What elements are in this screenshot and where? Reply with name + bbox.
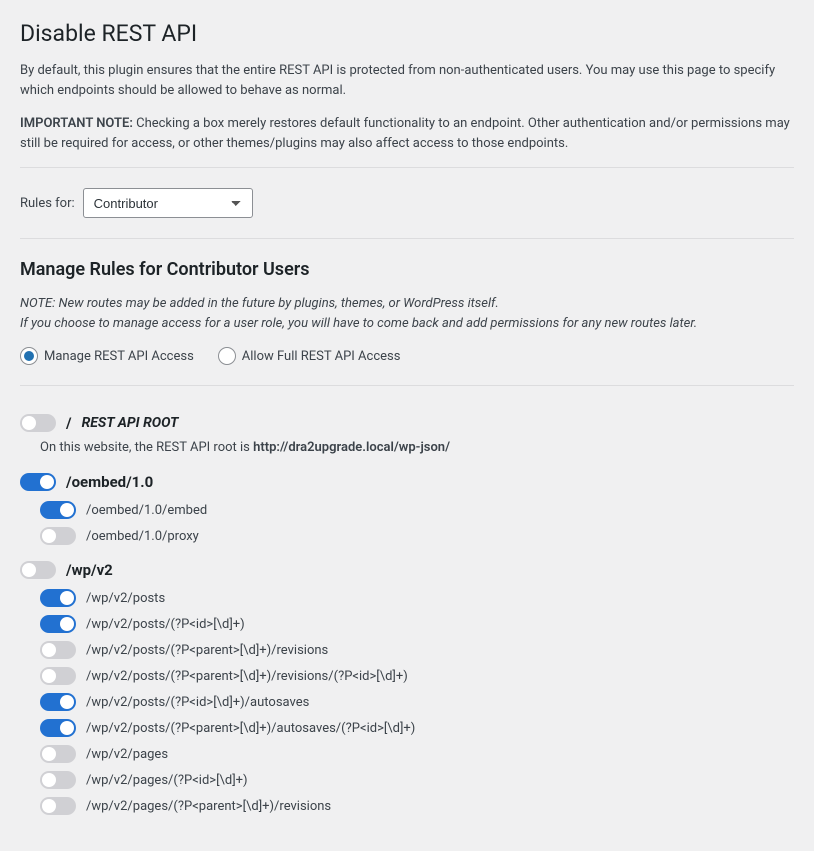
role-select[interactable]: Contributor	[83, 188, 253, 218]
namespace-toggle[interactable]	[20, 473, 56, 491]
root-info: On this website, the REST API root is ht…	[40, 440, 794, 455]
route-label: /wp/v2/posts/(?P<id>[\d]+)	[86, 617, 245, 632]
route-row: /wp/v2/pages	[40, 745, 794, 763]
root-toggle[interactable]	[20, 414, 56, 432]
route-toggle[interactable]	[40, 527, 76, 545]
route-label: /oembed/1.0/embed	[86, 503, 207, 518]
root-slash: /	[66, 414, 72, 432]
route-toggle[interactable]	[40, 641, 76, 659]
rules-for-row: Rules for: Contributor	[20, 188, 794, 218]
route-toggle[interactable]	[40, 615, 76, 633]
route-row: /wp/v2/posts/(?P<id>[\d]+)/autosaves	[40, 693, 794, 711]
root-row: / REST API ROOT	[20, 414, 794, 432]
radio-button-icon	[20, 347, 38, 365]
radio-full-access[interactable]: Allow Full REST API Access	[218, 347, 401, 365]
route-toggle[interactable]	[40, 719, 76, 737]
radio-manage-label: Manage REST API Access	[44, 349, 194, 364]
intro-paragraph: By default, this plugin ensures that the…	[20, 61, 794, 100]
access-mode-radios: Manage REST API Access Allow Full REST A…	[20, 347, 794, 365]
important-note-text: Checking a box merely restores default f…	[20, 116, 790, 151]
root-info-prefix: On this website, the REST API root is	[40, 440, 253, 455]
route-label: /wp/v2/pages	[86, 747, 168, 762]
route-toggle[interactable]	[40, 745, 76, 763]
route-toggle[interactable]	[40, 589, 76, 607]
namespace-label: /wp/v2	[66, 561, 113, 579]
route-label: /wp/v2/posts/(?P<parent>[\d]+)/revisions	[86, 643, 328, 658]
route-toggle[interactable]	[40, 797, 76, 815]
routes-note-line1: NOTE: New routes may be added in the fut…	[20, 296, 499, 311]
route-label: /wp/v2/posts/(?P<parent>[\d]+)/revisions…	[86, 669, 408, 684]
route-toggle[interactable]	[40, 667, 76, 685]
route-label: /wp/v2/posts/(?P<parent>[\d]+)/autosaves…	[86, 721, 415, 736]
route-label: /wp/v2/posts	[86, 591, 165, 606]
route-label: /oembed/1.0/proxy	[86, 529, 199, 544]
manage-heading: Manage Rules for Contributor Users	[20, 259, 794, 280]
namespace-block: /oembed/1.0/oembed/1.0/embed/oembed/1.0/…	[20, 473, 794, 545]
route-row: /wp/v2/pages/(?P<id>[\d]+)	[40, 771, 794, 789]
route-row: /wp/v2/posts/(?P<id>[\d]+)	[40, 615, 794, 633]
radio-button-icon	[218, 347, 236, 365]
root-label: REST API ROOT	[82, 415, 179, 431]
namespace-toggle[interactable]	[20, 561, 56, 579]
route-label: /wp/v2/posts/(?P<id>[\d]+)/autosaves	[86, 695, 309, 710]
route-label: /wp/v2/pages/(?P<id>[\d]+)	[86, 773, 248, 788]
page-title: Disable REST API	[20, 20, 794, 47]
route-row: /wp/v2/posts/(?P<parent>[\d]+)/revisions	[40, 641, 794, 659]
root-info-url: http://dra2upgrade.local/wp-json/	[253, 440, 450, 455]
namespace-row: /oembed/1.0	[20, 473, 794, 491]
routes-note: NOTE: New routes may be added in the fut…	[20, 294, 794, 333]
route-row: /wp/v2/posts/(?P<parent>[\d]+)/autosaves…	[40, 719, 794, 737]
radio-manage-access[interactable]: Manage REST API Access	[20, 347, 194, 365]
namespace-label: /oembed/1.0	[66, 473, 153, 491]
radio-full-label: Allow Full REST API Access	[242, 349, 401, 364]
namespace-row: /wp/v2	[20, 561, 794, 579]
namespace-block: /wp/v2/wp/v2/posts/wp/v2/posts/(?P<id>[\…	[20, 561, 794, 815]
route-toggle[interactable]	[40, 771, 76, 789]
divider	[20, 385, 794, 386]
route-label: /wp/v2/pages/(?P<parent>[\d]+)/revisions	[86, 799, 331, 814]
route-toggle[interactable]	[40, 501, 76, 519]
route-row: /wp/v2/posts/(?P<parent>[\d]+)/revisions…	[40, 667, 794, 685]
route-row: /oembed/1.0/proxy	[40, 527, 794, 545]
routes-note-line2: If you choose to manage access for a use…	[20, 316, 697, 331]
route-row: /wp/v2/pages/(?P<parent>[\d]+)/revisions	[40, 797, 794, 815]
route-list: / REST API ROOT On this website, the RES…	[20, 414, 794, 815]
route-row: /oembed/1.0/embed	[40, 501, 794, 519]
divider	[20, 238, 794, 239]
important-note-label: IMPORTANT NOTE:	[20, 116, 133, 131]
rules-for-label: Rules for:	[20, 196, 75, 211]
divider	[20, 167, 794, 168]
important-note: IMPORTANT NOTE: Checking a box merely re…	[20, 114, 794, 153]
route-row: /wp/v2/posts	[40, 589, 794, 607]
route-toggle[interactable]	[40, 693, 76, 711]
